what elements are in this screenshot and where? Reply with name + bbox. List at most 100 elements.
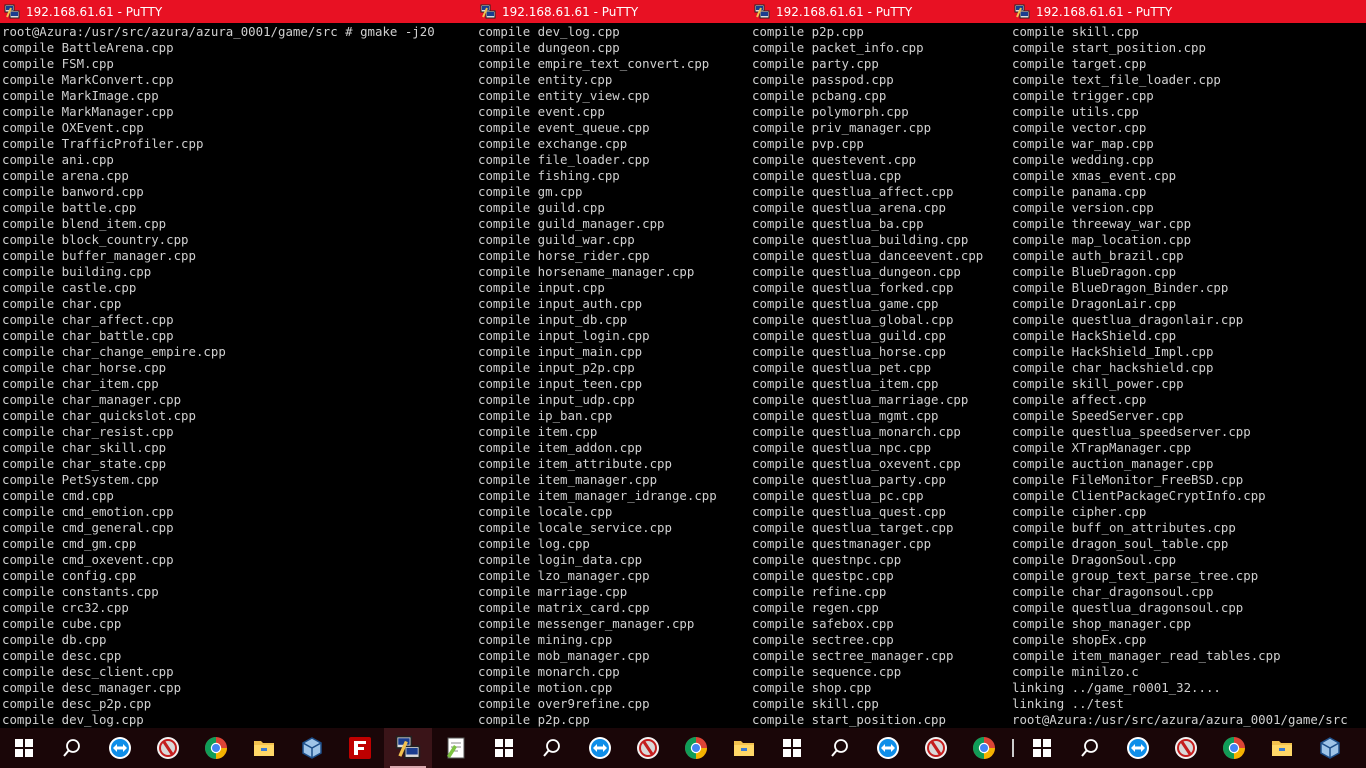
- terminal-line: compile building.cpp: [2, 264, 152, 279]
- window-titlebar[interactable]: 192.168.61.61 - PuTTY: [1010, 0, 1366, 23]
- terminal-line: compile item_manager.cpp: [478, 472, 658, 487]
- window-title: 192.168.61.61 - PuTTY: [26, 4, 163, 19]
- window-titlebar[interactable]: 192.168.61.61 - PuTTY: [750, 0, 1010, 23]
- taskbar-app-red-button[interactable]: [624, 728, 672, 768]
- taskbar-windows-start-button[interactable]: [0, 728, 48, 768]
- terminal-line: compile BlueDragon.cpp: [1012, 264, 1177, 279]
- file-explorer-icon: [732, 736, 756, 760]
- taskbar-app-red-button[interactable]: [144, 728, 192, 768]
- putty-icon: [754, 4, 770, 20]
- terminal-line: compile questlua_speedserver.cpp: [1012, 424, 1251, 439]
- terminal-line: compile questlua_target.cpp: [752, 520, 954, 535]
- taskbar-virtualbox-button[interactable]: [288, 728, 336, 768]
- window-titlebar[interactable]: 192.168.61.61 - PuTTY: [476, 0, 750, 23]
- putty-window-4[interactable]: 192.168.61.61 - PuTTY compile skill.cpp c…: [1010, 0, 1366, 728]
- terminal-output[interactable]: root@Azura:/usr/src/azura/azura_0001/gam…: [0, 23, 476, 728]
- terminal-line: compile skill.cpp: [1012, 24, 1139, 39]
- taskbar-chrome-button[interactable]: [672, 728, 720, 768]
- taskbar-file-explorer-button[interactable]: [1258, 728, 1306, 768]
- terminal-line: compile matrix_card.cpp: [478, 600, 650, 615]
- window-titlebar[interactable]: 192.168.61.61 - PuTTY: [0, 0, 476, 23]
- taskbar-teamviewer-button[interactable]: [864, 728, 912, 768]
- terminal-line: compile input_teen.cpp: [478, 376, 643, 391]
- terminal-line: compile char_dragonsoul.cpp: [1012, 584, 1214, 599]
- taskbar-file-explorer-button[interactable]: [240, 728, 288, 768]
- terminal-line: compile TrafficProfiler.cpp: [2, 136, 204, 151]
- window-title: 192.168.61.61 - PuTTY: [1036, 4, 1173, 19]
- taskbar-chrome-button[interactable]: [1210, 728, 1258, 768]
- terminal-line: compile HackShield_Impl.cpp: [1012, 344, 1214, 359]
- terminal-line: compile shop_manager.cpp: [1012, 616, 1192, 631]
- terminal-line: compile battle.cpp: [2, 200, 137, 215]
- terminal-line: root@Azura:/usr/src/azura/azura_0001/gam…: [2, 24, 435, 39]
- terminal-line: compile packet_info.cpp: [752, 40, 924, 55]
- terminal-line: compile questlua_npc.cpp: [752, 440, 932, 455]
- terminal-line: compile cmd.cpp: [2, 488, 114, 503]
- putty-window-1[interactable]: 192.168.61.61 - PuTTY root@Azura:/usr/sr…: [0, 0, 476, 728]
- terminal-line: compile item_manager_read_tables.cpp: [1012, 648, 1281, 663]
- taskbar-chrome-button[interactable]: [192, 728, 240, 768]
- terminal-line: compile questlua_guild.cpp: [752, 328, 946, 343]
- taskbar-search-button[interactable]: [1066, 728, 1114, 768]
- terminal-line: compile skill.cpp: [752, 696, 879, 711]
- terminal-line: compile MarkConvert.cpp: [2, 72, 174, 87]
- terminal-line: compile questlua_pet.cpp: [752, 360, 932, 375]
- terminal-line: compile event.cpp: [478, 104, 605, 119]
- teamviewer-icon: [108, 736, 132, 760]
- terminal-line: linking ../game_r0001_32....: [1012, 680, 1221, 695]
- taskbar-search-button[interactable]: [816, 728, 864, 768]
- terminal-line: compile minilzo.c: [1012, 664, 1139, 679]
- taskbar-putty-button[interactable]: [384, 728, 432, 768]
- taskbar-teamviewer-button[interactable]: [1114, 728, 1162, 768]
- taskbar-filezilla-button[interactable]: [336, 728, 384, 768]
- terminal-line: compile entity.cpp: [478, 72, 613, 87]
- taskbar-notepad-plus-button[interactable]: [432, 728, 480, 768]
- putty-window-2[interactable]: 192.168.61.61 - PuTTY compile dev_log.cp…: [476, 0, 750, 728]
- terminal-line: compile desc_client.cpp: [2, 664, 174, 679]
- windows-start-icon: [1033, 739, 1051, 757]
- terminal-output[interactable]: compile p2p.cpp compile packet_info.cpp co…: [750, 23, 1010, 728]
- terminal-line: compile vector.cpp: [1012, 120, 1147, 135]
- app-red-icon: [636, 736, 660, 760]
- terminal-line: compile char.cpp: [2, 296, 122, 311]
- terminal-output[interactable]: compile dev_log.cpp compile dungeon.cpp co…: [476, 23, 750, 728]
- terminal-line: compile monarch.cpp: [478, 664, 620, 679]
- terminal-line: compile map_location.cpp: [1012, 232, 1192, 247]
- terminal-line: compile version.cpp: [1012, 200, 1154, 215]
- terminal-line: compile item_manager_idrange.cpp: [478, 488, 717, 503]
- terminal-line: compile questlua_danceevent.cpp: [752, 248, 984, 263]
- terminal-line: compile questlua_game.cpp: [752, 296, 939, 311]
- terminal-line: compile questnpc.cpp: [752, 552, 902, 567]
- terminal-line: compile XTrapManager.cpp: [1012, 440, 1192, 455]
- taskbar-file-explorer-button[interactable]: [720, 728, 768, 768]
- window-title: 192.168.61.61 - PuTTY: [776, 4, 913, 19]
- terminal-line: compile questlua_item.cpp: [752, 376, 939, 391]
- terminal-line: compile questpc.cpp: [752, 568, 894, 583]
- taskbar-app-red-button[interactable]: [1162, 728, 1210, 768]
- taskbar-search-button[interactable]: [48, 728, 96, 768]
- taskbar-teamviewer-button[interactable]: [96, 728, 144, 768]
- terminal-line: compile input_udp.cpp: [478, 392, 635, 407]
- taskbar-search-button[interactable]: [528, 728, 576, 768]
- taskbar-windows-start-button[interactable]: [768, 728, 816, 768]
- terminal-line: compile banword.cpp: [2, 184, 144, 199]
- taskbar-teamviewer-button[interactable]: [576, 728, 624, 768]
- putty-icon: [4, 4, 20, 20]
- filezilla-icon: [348, 736, 372, 760]
- terminal-line: compile log.cpp: [478, 536, 590, 551]
- windows-start-icon: [783, 739, 801, 757]
- terminal-output[interactable]: compile skill.cpp compile start_position.…: [1010, 23, 1366, 728]
- terminal-line: compile questlua_dragonlair.cpp: [1012, 312, 1244, 327]
- terminal-line: compile file_loader.cpp: [478, 152, 650, 167]
- terminal-line: compile cmd_emotion.cpp: [2, 504, 174, 519]
- taskbar-app-red-button[interactable]: [912, 728, 960, 768]
- taskbar-windows-start-button[interactable]: [480, 728, 528, 768]
- terminal-line: compile desc.cpp: [2, 648, 122, 663]
- taskbar-virtualbox-button[interactable]: [1306, 728, 1354, 768]
- putty-window-3[interactable]: 192.168.61.61 - PuTTY compile p2p.cpp com…: [750, 0, 1010, 728]
- taskbar-chrome-button[interactable]: [960, 728, 1008, 768]
- terminal-line: compile refine.cpp: [752, 584, 887, 599]
- taskbar-windows-start-button[interactable]: [1018, 728, 1066, 768]
- terminal-line: compile dev_log.cpp: [478, 24, 620, 39]
- terminal-line: compile castle.cpp: [2, 280, 137, 295]
